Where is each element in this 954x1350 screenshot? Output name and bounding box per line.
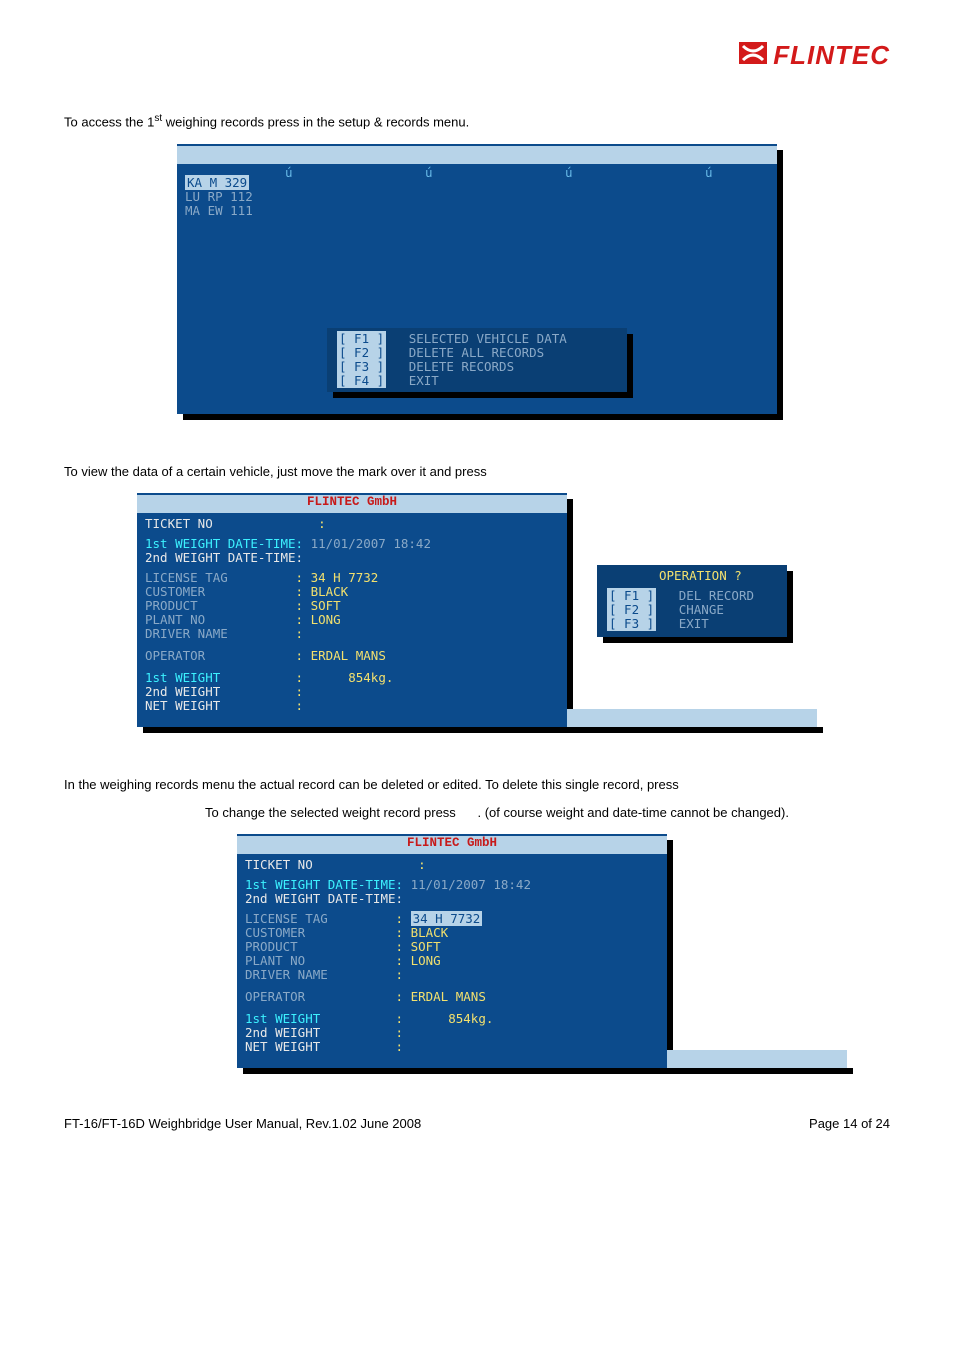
t1-footerbar (177, 146, 777, 164)
t3-flintec: FLINTEC GmbH (407, 836, 497, 850)
popup-f1[interactable]: [ F1 ] DEL RECORD (607, 589, 754, 603)
t2-footerbar: FLINTEC GmbH (137, 495, 567, 513)
t3-operator: OPERATOR : ERDAL MANS (245, 990, 486, 1004)
p3b-pre: To change the selected weight record pre… (205, 805, 459, 820)
brand-header: FLINTEC (64, 40, 890, 71)
footer-right: Page 14 of 24 (809, 1116, 890, 1131)
t2-operator: OPERATOR : ERDAL MANS (145, 649, 386, 663)
popup-title: OPERATION ? (659, 569, 742, 583)
t2-ticket: TICKET NO : (145, 517, 326, 531)
t1-vehicle-row-2[interactable]: MA EW 111 (185, 204, 253, 218)
t1-f4[interactable]: [ F4 ] EXIT (337, 374, 439, 388)
t2-date1: 1st WEIGHT DATE-TIME: 11/01/2007 18:42 (145, 537, 431, 551)
t2-w2: 2nd WEIGHT : (145, 685, 303, 699)
t2-plant: PLANT NO : LONG (145, 613, 341, 627)
popup-f3[interactable]: [ F3 ] EXIT (607, 617, 709, 631)
t3-plant[interactable]: PLANT NO : LONG (245, 954, 441, 968)
popup-f2[interactable]: [ F2 ] CHANGE (607, 603, 724, 617)
t3-product[interactable]: PRODUCT : SOFT (245, 940, 441, 954)
t3-ticket: TICKET NO : (245, 858, 426, 872)
p3a: In the weighing records menu the actual … (64, 775, 890, 795)
footer-left: FT-16/FT-16D Weighbridge User Manual, Re… (64, 1116, 421, 1131)
t2-license: LICENSE TAG : 34 H 7732 (145, 571, 378, 585)
t3-date2: 2nd WEIGHT DATE-TIME: (245, 892, 403, 906)
t2-w1: 1st WEIGHT : 854kg. (145, 671, 393, 685)
p1-pre: To access the 1 (64, 114, 154, 129)
paragraph-access-records: To access the 1st weighing records press… (64, 111, 890, 132)
t3-w1: 1st WEIGHT : 854kg. (245, 1012, 493, 1026)
paragraph-view-vehicle: To view the data of a certain vehicle, j… (64, 462, 890, 482)
t1-f3[interactable]: [ F3 ] DELETE RECORDS (337, 360, 514, 374)
p1-post: weighing records press in the setup & re… (162, 114, 469, 129)
t2-driver: DRIVER NAME : (145, 627, 303, 641)
t3-w3: NET WEIGHT : (245, 1040, 403, 1054)
brand-logo-icon (739, 42, 767, 69)
t3-license[interactable]: LICENSE TAG : 34 H 7732 (245, 912, 482, 926)
t1-f2[interactable]: [ F2 ] DELETE ALL RECORDS (337, 346, 544, 360)
t3-date1: 1st WEIGHT DATE-TIME: 11/01/2007 18:42 (245, 878, 531, 892)
t3-customer[interactable]: CUSTOMER : BLACK (245, 926, 448, 940)
t2-customer: CUSTOMER : BLACK (145, 585, 348, 599)
t1-sep-2: ú (425, 166, 433, 180)
t2-w3: NET WEIGHT : (145, 699, 303, 713)
p2: To view the data of a certain vehicle, j… (64, 462, 890, 482)
t1-sep-3: ú (565, 166, 573, 180)
t1-vehicle-row-1[interactable]: LU RP 112 (185, 190, 253, 204)
t2-date2: 2nd WEIGHT DATE-TIME: (145, 551, 303, 565)
t3-footerbar: FLINTEC GmbH (237, 836, 667, 854)
t3-w2: 2nd WEIGHT : (245, 1026, 403, 1040)
terminal-list-vehicles: LIST OF 1st WEIGHED VEHICLES ú ú ú ú KA … (177, 144, 777, 414)
p3b-post: . (of course weight and date-time cannot… (477, 805, 788, 820)
t1-fkey-panel: [ F1 ] SELECTED VEHICLE DATA [ F2 ] DELE… (327, 328, 627, 392)
brand-text: FLINTEC (773, 40, 890, 71)
t3-driver[interactable]: DRIVER NAME : (245, 968, 403, 982)
t2-product: PRODUCT : SOFT (145, 599, 341, 613)
p1-sup: st (154, 113, 162, 124)
t1-sep-4: ú (705, 166, 713, 180)
paragraph-delete-edit: In the weighing records menu the actual … (64, 775, 890, 822)
t2-flintec: FLINTEC GmbH (307, 495, 397, 509)
terminal-weighing-menu-edit: 1st WEIGHING MENU TICKET NO : 1st WEIGHT… (237, 834, 667, 1068)
t1-vehicle-selected[interactable]: KA M 329 (185, 176, 249, 190)
operation-popup: OPERATION ? [ F1 ] DEL RECORD [ F2 ] CHA… (597, 565, 787, 637)
t1-f1[interactable]: [ F1 ] SELECTED VEHICLE DATA (337, 332, 567, 346)
page-footer: FT-16/FT-16D Weighbridge User Manual, Re… (64, 1116, 890, 1131)
terminal-weighing-menu: 1st WEIGHING MENU TICKET NO : 1st WEIGHT… (137, 493, 567, 727)
t1-sep-1: ú (285, 166, 293, 180)
